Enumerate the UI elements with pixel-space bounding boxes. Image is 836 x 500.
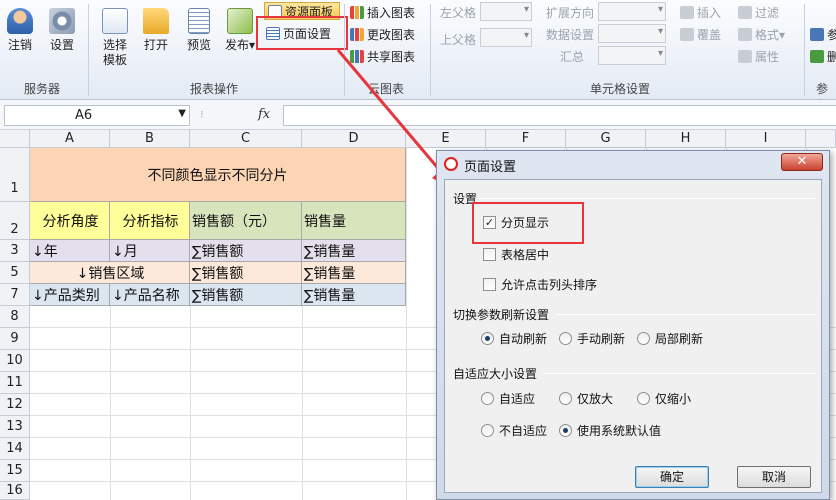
radio-dot[interactable] (637, 332, 650, 345)
section-divider (543, 373, 815, 374)
radio-dot[interactable] (559, 424, 572, 437)
cancel-button[interactable]: 取消 (737, 466, 811, 488)
radio-label: 手动刷新 (577, 332, 626, 346)
radio-dot[interactable] (481, 332, 494, 345)
checkbox-label: 允许点击列头排序 (501, 278, 598, 292)
radio-dot[interactable] (481, 424, 494, 437)
radio-shrink-only[interactable]: 仅缩小 (637, 390, 691, 407)
app-logo-icon (444, 157, 458, 171)
radio-label: 仅缩小 (655, 392, 692, 406)
radio-label: 自适应 (499, 392, 536, 406)
radio-dot[interactable] (637, 392, 650, 405)
dialog-body: 设置 ✓ 分页显示 表格居中 允许点击列头排序 切换参数刷新设置 自动刷新 手动… (444, 179, 822, 493)
radio-manual-refresh[interactable]: 手动刷新 (559, 330, 625, 347)
section-label-refresh: 切换参数刷新设置 (453, 308, 550, 322)
radio-dot[interactable] (481, 392, 494, 405)
radio-label: 局部刷新 (655, 332, 704, 346)
radio-label: 使用系统默认值 (577, 424, 662, 438)
checkbox-center-table[interactable]: 表格居中 (483, 246, 549, 263)
radio-adaptive[interactable]: 自适应 (481, 390, 535, 407)
section-divider (479, 198, 815, 199)
checkbox-box[interactable] (483, 248, 496, 261)
radio-partial-refresh[interactable]: 局部刷新 (637, 330, 703, 347)
ok-button[interactable]: 确定 (635, 466, 709, 488)
section-label-autosize: 自适应大小设置 (453, 367, 538, 381)
page-setup-dialog: 页面设置 ✕ 设置 ✓ 分页显示 表格居中 允许点击列头排序 切换参数刷新设置 … (436, 150, 830, 500)
radio-dot[interactable] (559, 392, 572, 405)
dialog-title: 页面设置 (464, 160, 517, 175)
close-button[interactable]: ✕ (781, 153, 823, 171)
radio-label: 不自适应 (499, 424, 548, 438)
radio-enlarge-only[interactable]: 仅放大 (559, 390, 613, 407)
radio-label: 仅放大 (577, 392, 614, 406)
dialog-titlebar[interactable]: 页面设置 ✕ (437, 151, 829, 177)
radio-auto-refresh[interactable]: 自动刷新 (481, 330, 547, 347)
annotation-highlight-paged-display (472, 202, 584, 244)
radio-dot[interactable] (559, 332, 572, 345)
radio-system-default[interactable]: 使用系统默认值 (559, 422, 661, 439)
section-divider (555, 314, 815, 315)
checkbox-label: 表格居中 (501, 248, 550, 262)
radio-not-adaptive[interactable]: 不自适应 (481, 422, 547, 439)
checkbox-box[interactable] (483, 278, 496, 291)
checkbox-allow-column-sort[interactable]: 允许点击列头排序 (483, 276, 597, 293)
radio-label: 自动刷新 (499, 332, 548, 346)
